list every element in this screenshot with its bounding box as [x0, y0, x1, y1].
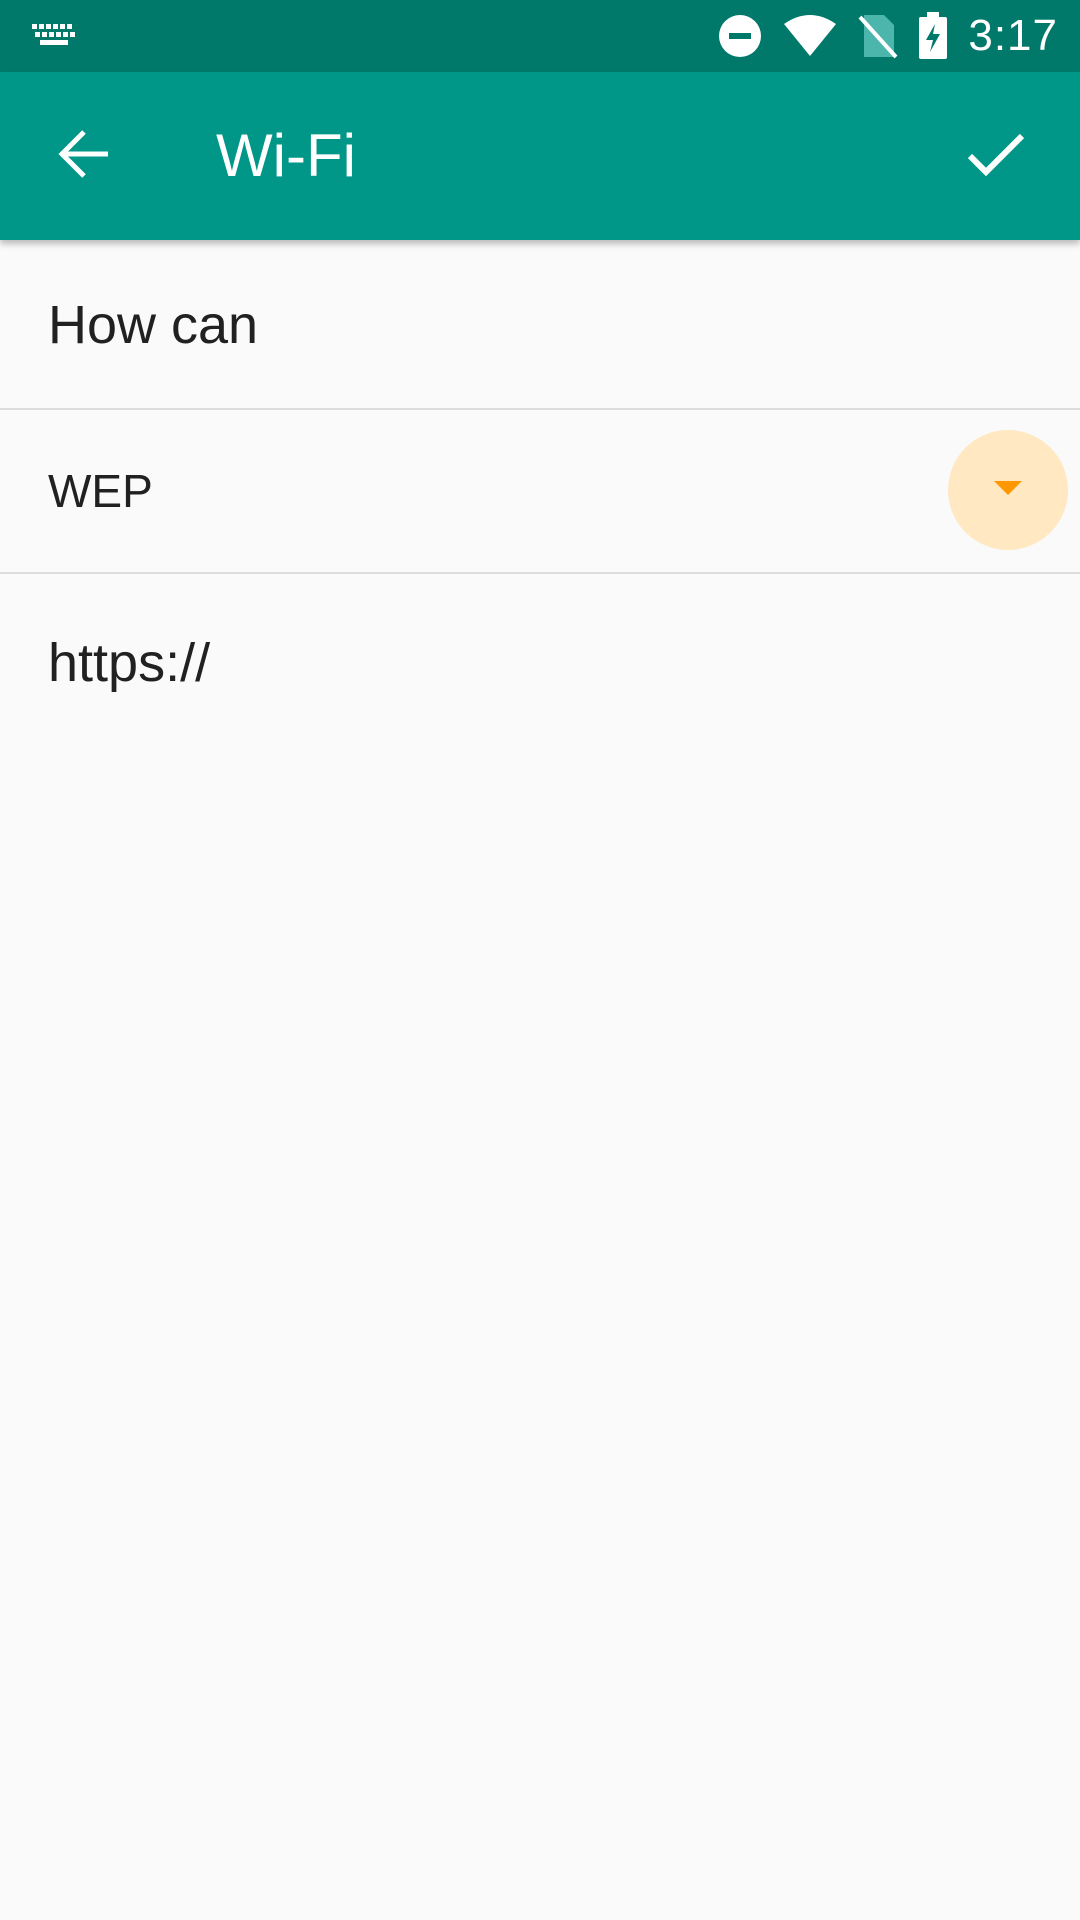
no-sim-icon	[858, 13, 898, 59]
status-icons: 3:17	[718, 0, 1058, 72]
back-button[interactable]	[36, 108, 132, 204]
dropdown-button[interactable]	[948, 430, 1068, 550]
status-time: 3:17	[968, 11, 1058, 60]
security-type-select[interactable]: WEP	[0, 410, 1080, 574]
network-name-value: How can	[48, 295, 259, 355]
battery-charging-icon	[918, 12, 948, 60]
do-not-disturb-icon	[718, 14, 762, 58]
arrow-back-icon	[56, 126, 112, 187]
wifi-icon	[782, 14, 838, 58]
check-icon	[966, 130, 1026, 183]
wifi-form: How can WEP https://	[0, 240, 1080, 744]
save-button[interactable]	[948, 108, 1044, 204]
keyboard-icon	[30, 22, 78, 50]
dropdown-arrow-icon	[992, 479, 1024, 502]
page-title: Wi-Fi	[216, 122, 356, 189]
url-value: https://	[48, 633, 211, 693]
network-name-field[interactable]: How can	[0, 240, 1080, 410]
app-bar: Wi-Fi	[0, 72, 1080, 240]
security-type-value: WEP	[48, 465, 153, 517]
url-field[interactable]: https://	[0, 574, 1080, 744]
status-bar: 3:17	[0, 0, 1080, 72]
